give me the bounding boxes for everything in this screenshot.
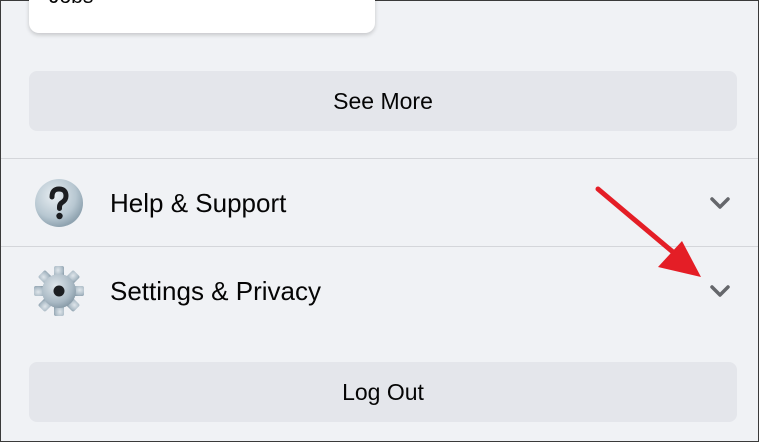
gear-icon [34, 266, 84, 316]
question-icon [35, 179, 83, 227]
annotation-arrow [595, 186, 701, 277]
see-more-button[interactable]: See More [29, 71, 737, 131]
settings-privacy-label: Settings & Privacy [110, 275, 321, 306]
jobs-label: Jobs [49, 0, 93, 9]
log-out-button[interactable]: Log Out [29, 362, 737, 422]
jobs-shortcut-card[interactable]: Jobs [29, 0, 375, 33]
help-support-label: Help & Support [110, 187, 287, 218]
